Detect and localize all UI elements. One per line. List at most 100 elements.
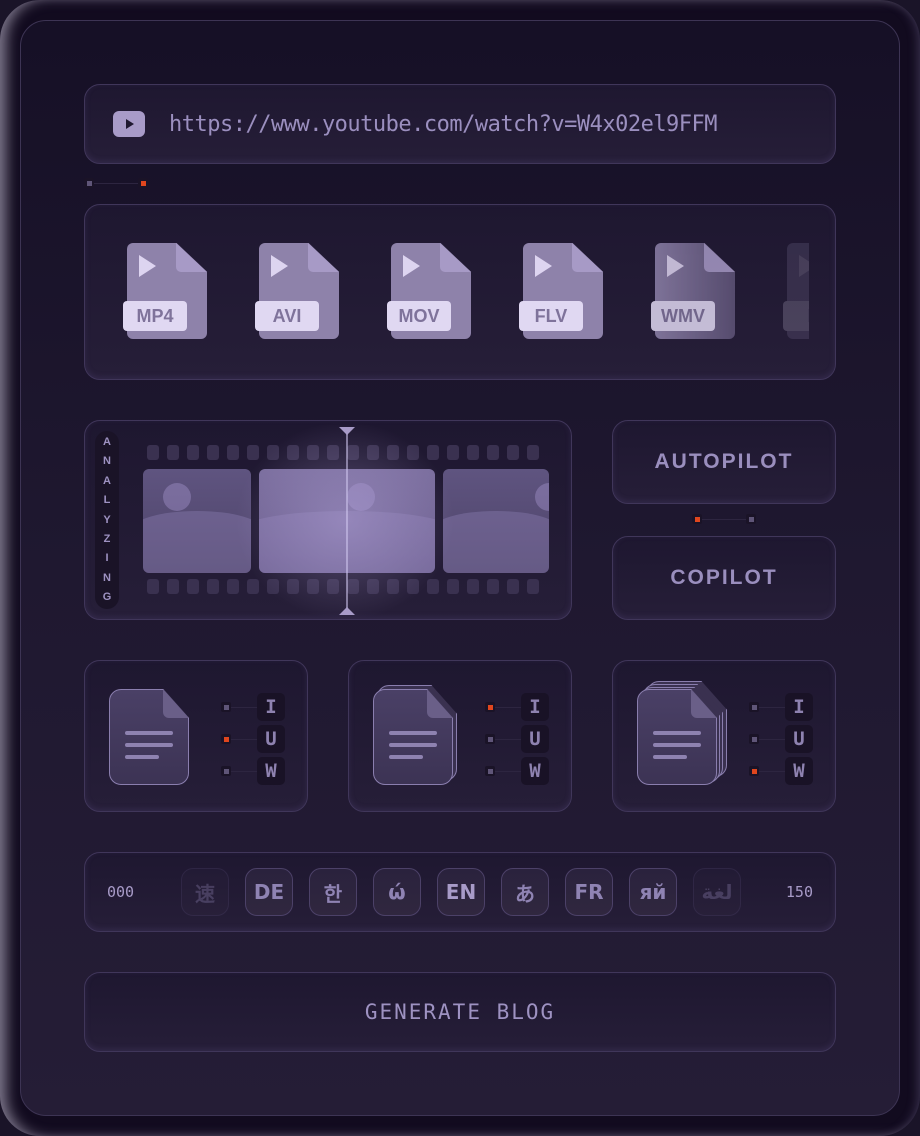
language-option-el[interactable]: ώ (373, 868, 421, 916)
key-i[interactable]: I (257, 693, 285, 721)
language-option-de[interactable]: DE (245, 868, 293, 916)
connector-node (749, 702, 759, 712)
film-frame (143, 469, 251, 573)
playhead-line[interactable] (346, 433, 348, 609)
connector-node-active (692, 514, 702, 524)
format-item-partial[interactable]: M (783, 243, 809, 341)
key-i[interactable]: I (521, 693, 549, 721)
documents-stack-icon (373, 685, 457, 785)
format-label: MOV (387, 301, 451, 331)
connector-wire (231, 738, 257, 740)
connector-node (485, 766, 495, 776)
language-option-en[interactable]: EN (437, 868, 485, 916)
connector-node-active (221, 734, 231, 744)
youtube-play-icon (113, 111, 145, 137)
connector-wire (495, 770, 521, 772)
format-item-flv[interactable]: FLV (519, 243, 603, 341)
iuw-selector: I U W (485, 691, 557, 787)
film-strip (141, 443, 549, 599)
film-frame (443, 469, 549, 573)
key-w[interactable]: W (257, 757, 285, 785)
language-option[interactable]: 速 (181, 868, 229, 916)
connector-node (746, 514, 756, 524)
connector-node (749, 734, 759, 744)
mode-connector (692, 514, 756, 524)
status-letter: I (105, 552, 109, 565)
generate-blog-button[interactable]: GENERATE BLOG (84, 972, 836, 1052)
connector-wire (231, 706, 257, 708)
connector-wire (495, 706, 521, 708)
connector-node (485, 734, 495, 744)
format-item-avi[interactable]: AVI (255, 243, 339, 341)
language-option-fr[interactable]: FR (565, 868, 613, 916)
device-frame: https://www.youtube.com/watch?v=W4x02el9… (0, 0, 920, 1136)
connector-node-active (485, 702, 495, 712)
key-u[interactable]: U (521, 725, 549, 753)
image-sun-icon (347, 483, 375, 511)
language-option-ja[interactable]: あ (501, 868, 549, 916)
key-i[interactable]: I (785, 693, 813, 721)
connector-wire (231, 770, 257, 772)
language-carousel: 000 速 DE 한 ώ EN あ FR яй لغة 150 (84, 852, 836, 932)
connector-wire (759, 738, 785, 740)
play-icon (403, 255, 420, 277)
status-letter: G (102, 591, 112, 603)
play-icon (667, 255, 684, 277)
key-u[interactable]: U (257, 725, 285, 753)
language-range-start: 000 (107, 883, 135, 901)
format-label: FLV (519, 301, 583, 331)
url-connector (84, 178, 148, 188)
format-list: MP4 AVI MOV FLV WMV M (84, 204, 836, 380)
connector-wire (495, 738, 521, 740)
status-letter: N (103, 571, 111, 584)
autopilot-button[interactable]: AUTOPILOT (612, 420, 836, 504)
connector-node-active (138, 178, 148, 188)
format-label: WMV (651, 301, 715, 331)
connector-node (84, 178, 94, 188)
language-range-end: 150 (785, 883, 813, 901)
format-item-mov[interactable]: MOV (387, 243, 471, 341)
connector-wire (94, 182, 138, 184)
copilot-button[interactable]: COPILOT (612, 536, 836, 620)
url-input[interactable]: https://www.youtube.com/watch?v=W4x02el9… (84, 84, 836, 164)
status-letter: N (103, 455, 111, 468)
connector-node (221, 702, 231, 712)
document-icon (109, 689, 189, 785)
status-letter: A (103, 474, 111, 487)
play-icon (799, 255, 809, 277)
connector-wire (759, 770, 785, 772)
key-w[interactable]: W (521, 757, 549, 785)
connector-node-active (749, 766, 759, 776)
connector-node (221, 766, 231, 776)
format-label: M (783, 301, 809, 331)
image-hill-shape (143, 510, 251, 573)
key-u[interactable]: U (785, 725, 813, 753)
video-analysis-filmstrip: A N A L Y Z I N G (84, 420, 572, 620)
playhead-top-marker-icon[interactable] (339, 427, 355, 435)
status-letter: A (103, 436, 111, 448)
play-icon (271, 255, 288, 277)
iuw-selector: I U W (749, 691, 821, 787)
doc-option-single[interactable]: I U W (84, 660, 308, 812)
format-label: AVI (255, 301, 319, 331)
play-icon (139, 255, 156, 277)
doc-option-double[interactable]: I U W (348, 660, 572, 812)
key-w[interactable]: W (785, 757, 813, 785)
documents-multi-stack-icon (637, 681, 727, 785)
connector-wire (702, 518, 746, 520)
iuw-selector: I U W (221, 691, 293, 787)
playhead-bottom-marker-icon[interactable] (339, 607, 355, 615)
play-icon (535, 255, 552, 277)
language-option-ar[interactable]: لغة (693, 868, 741, 916)
language-option-ko[interactable]: 한 (309, 868, 357, 916)
url-value[interactable]: https://www.youtube.com/watch?v=W4x02el9… (169, 112, 718, 137)
image-sun-icon (535, 483, 549, 511)
format-item-mp4[interactable]: MP4 (123, 243, 207, 341)
status-letter: L (103, 494, 111, 507)
image-sun-icon (163, 483, 191, 511)
language-option-ru[interactable]: яй (629, 868, 677, 916)
image-hill-shape (443, 510, 549, 573)
format-item-wmv[interactable]: WMV (651, 243, 735, 341)
status-letter: Y (103, 513, 111, 526)
doc-option-multi[interactable]: I U W (612, 660, 836, 812)
